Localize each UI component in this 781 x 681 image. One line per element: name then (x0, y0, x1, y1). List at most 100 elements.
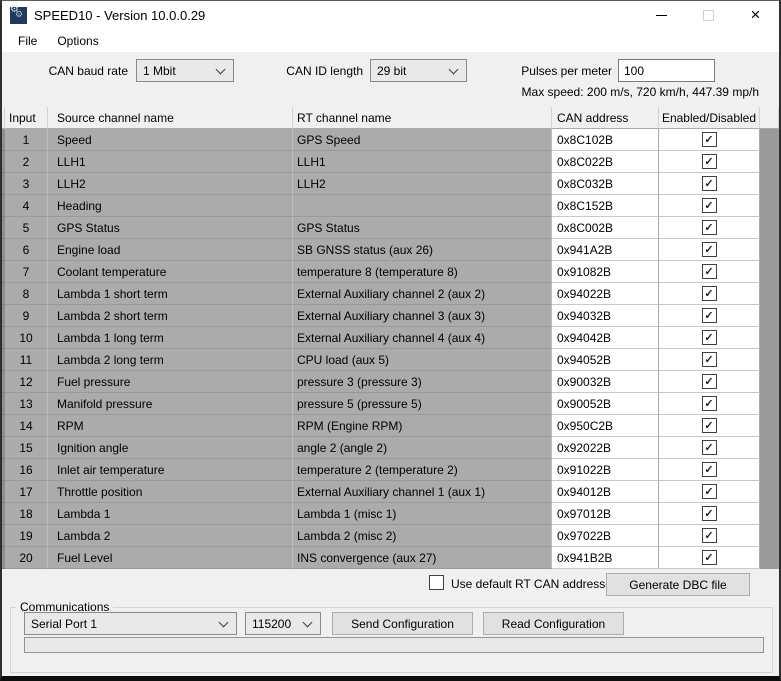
input-number-cell: 20 (5, 547, 48, 569)
table-row: 14RPMRPM (Engine RPM)0x950C2B✓ (2, 415, 779, 437)
row-gutter (760, 239, 779, 261)
enabled-checkbox[interactable]: ✓ (702, 198, 717, 213)
header-input: Input (5, 107, 48, 129)
can-baud-rate-label: CAN baud rate (32, 64, 128, 78)
row-gutter (760, 327, 779, 349)
enabled-cell: ✓ (659, 173, 760, 195)
close-button[interactable]: × (732, 1, 779, 29)
header-can-address: CAN address (552, 107, 659, 129)
use-default-rt-can-checkbox[interactable] (429, 575, 444, 590)
rt-channel-cell: External Auxiliary channel 2 (aux 2) (293, 283, 552, 305)
can-address-cell[interactable]: 0x8C152B (552, 195, 659, 217)
input-number-cell: 11 (5, 349, 48, 371)
enabled-checkbox[interactable]: ✓ (702, 154, 717, 169)
source-channel-cell: Heading (48, 195, 293, 217)
can-address-cell[interactable]: 0x8C032B (552, 173, 659, 195)
enabled-checkbox[interactable]: ✓ (702, 242, 717, 257)
enabled-checkbox[interactable]: ✓ (702, 308, 717, 323)
chevron-down-icon (219, 617, 229, 627)
can-address-cell[interactable]: 0x941B2B (552, 547, 659, 569)
source-channel-cell: LLH2 (48, 173, 293, 195)
enabled-checkbox[interactable]: ✓ (702, 550, 717, 565)
table-row: 13Manifold pressurepressure 5 (pressure … (2, 393, 779, 415)
can-address-cell[interactable]: 0x94052B (552, 349, 659, 371)
table-row: 11Lambda 2 long termCPU load (aux 5)0x94… (2, 349, 779, 371)
enabled-checkbox[interactable]: ✓ (702, 264, 717, 279)
row-gutter (760, 393, 779, 415)
rt-channel-cell: CPU load (aux 5) (293, 349, 552, 371)
enabled-checkbox[interactable]: ✓ (702, 176, 717, 191)
maximize-icon (703, 10, 714, 21)
can-address-cell[interactable]: 0x950C2B (552, 415, 659, 437)
minimize-icon (656, 15, 667, 16)
can-address-cell[interactable]: 0x92022B (552, 437, 659, 459)
row-gutter (760, 349, 779, 371)
row-gutter (760, 173, 779, 195)
pulses-per-meter-input[interactable] (618, 59, 715, 82)
progress-bar (24, 637, 764, 653)
source-channel-cell: Throttle position (48, 481, 293, 503)
can-address-cell[interactable]: 0x8C102B (552, 129, 659, 151)
input-number-cell: 16 (5, 459, 48, 481)
enabled-cell: ✓ (659, 327, 760, 349)
input-number-cell: 3 (5, 173, 48, 195)
can-address-cell[interactable]: 0x97012B (552, 503, 659, 525)
menu-options[interactable]: Options (47, 31, 108, 51)
enabled-checkbox[interactable]: ✓ (702, 462, 717, 477)
close-icon: × (751, 6, 761, 23)
enabled-cell: ✓ (659, 217, 760, 239)
can-address-cell[interactable]: 0x91082B (552, 261, 659, 283)
can-address-cell[interactable]: 0x94012B (552, 481, 659, 503)
pulses-per-meter-label: Pulses per meter (502, 64, 612, 78)
enabled-cell: ✓ (659, 151, 760, 173)
enabled-checkbox[interactable]: ✓ (702, 330, 717, 345)
use-default-rt-can-label: Use default RT CAN addresses (451, 577, 618, 591)
menu-file[interactable]: File (8, 31, 47, 51)
read-configuration-button[interactable]: Read Configuration (483, 612, 624, 635)
row-gutter (760, 195, 779, 217)
can-address-cell[interactable]: 0x8C022B (552, 151, 659, 173)
enabled-checkbox[interactable]: ✓ (702, 352, 717, 367)
can-address-cell[interactable]: 0x94032B (552, 305, 659, 327)
enabled-checkbox[interactable]: ✓ (702, 132, 717, 147)
enabled-checkbox[interactable]: ✓ (702, 506, 717, 521)
table-row: 17Throttle positionExternal Auxiliary ch… (2, 481, 779, 503)
generate-dbc-button[interactable]: Generate DBC file (606, 573, 750, 596)
row-gutter (760, 503, 779, 525)
enabled-checkbox[interactable]: ✓ (702, 374, 717, 389)
enabled-cell: ✓ (659, 371, 760, 393)
enabled-checkbox[interactable]: ✓ (702, 418, 717, 433)
enabled-checkbox[interactable]: ✓ (702, 528, 717, 543)
enabled-checkbox[interactable]: ✓ (702, 220, 717, 235)
source-channel-cell: Lambda 1 short term (48, 283, 293, 305)
serial-port-value: Serial Port 1 (31, 617, 97, 631)
table-row: 18Lambda 1Lambda 1 (misc 1)0x97012B✓ (2, 503, 779, 525)
serial-port-select[interactable]: Serial Port 1 (24, 612, 237, 635)
can-address-cell[interactable]: 0x8C002B (552, 217, 659, 239)
enabled-checkbox[interactable]: ✓ (702, 440, 717, 455)
table-body: 1SpeedGPS Speed0x8C102B✓2LLH1LLH10x8C022… (2, 129, 779, 569)
can-address-cell[interactable]: 0x97022B (552, 525, 659, 547)
table-row: 15Ignition angleangle 2 (angle 2)0x92022… (2, 437, 779, 459)
can-address-cell[interactable]: 0x90032B (552, 371, 659, 393)
header-gutter (760, 107, 779, 129)
header-rt-channel: RT channel name (293, 107, 552, 129)
can-id-length-select[interactable]: 29 bit (370, 59, 467, 82)
minimize-button[interactable] (638, 1, 685, 29)
input-number-cell: 12 (5, 371, 48, 393)
can-address-cell[interactable]: 0x90052B (552, 393, 659, 415)
send-configuration-button[interactable]: Send Configuration (332, 612, 473, 635)
can-address-cell[interactable]: 0x941A2B (552, 239, 659, 261)
can-address-cell[interactable]: 0x94022B (552, 283, 659, 305)
enabled-checkbox[interactable]: ✓ (702, 484, 717, 499)
rt-channel-cell: INS convergence (aux 27) (293, 547, 552, 569)
can-baud-rate-select[interactable]: 1 Mbit (136, 59, 234, 82)
baud-rate-select[interactable]: 115200 (245, 612, 321, 635)
source-channel-cell: GPS Status (48, 217, 293, 239)
enabled-checkbox[interactable]: ✓ (702, 396, 717, 411)
can-address-cell[interactable]: 0x94042B (552, 327, 659, 349)
row-gutter (760, 371, 779, 393)
enabled-checkbox[interactable]: ✓ (702, 286, 717, 301)
row-gutter (760, 415, 779, 437)
can-address-cell[interactable]: 0x91022B (552, 459, 659, 481)
